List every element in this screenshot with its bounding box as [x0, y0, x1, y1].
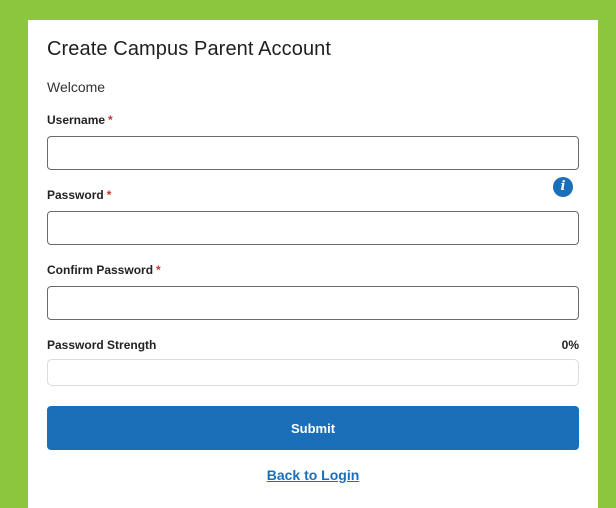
- back-to-login-link[interactable]: Back to Login: [267, 467, 360, 483]
- confirm-password-label: Confirm Password *: [47, 263, 161, 277]
- page-background: Create Campus Parent Account Welcome Use…: [0, 0, 616, 508]
- welcome-text: Welcome: [47, 79, 106, 95]
- password-label: Password *: [47, 188, 111, 202]
- password-strength-label: Password Strength: [47, 338, 157, 352]
- password-strength-value: 0%: [561, 338, 579, 352]
- confirm-password-input[interactable]: [47, 286, 579, 320]
- username-label: Username *: [47, 113, 113, 127]
- username-input[interactable]: [47, 136, 579, 170]
- password-input[interactable]: [47, 211, 579, 245]
- page-title: Create Campus Parent Account: [47, 38, 332, 60]
- back-to-login-container: Back to Login: [28, 467, 598, 483]
- account-form-card: Create Campus Parent Account Welcome Use…: [28, 20, 598, 508]
- info-icon[interactable]: i: [553, 177, 573, 197]
- required-marker: *: [156, 263, 161, 277]
- submit-button[interactable]: Submit: [47, 406, 579, 450]
- username-label-text: Username: [47, 113, 106, 127]
- confirm-password-label-text: Confirm Password: [47, 263, 154, 277]
- required-marker: *: [106, 188, 112, 202]
- required-marker: *: [108, 113, 113, 127]
- password-strength-bar: [47, 359, 579, 386]
- password-label-text: Password: [47, 188, 104, 202]
